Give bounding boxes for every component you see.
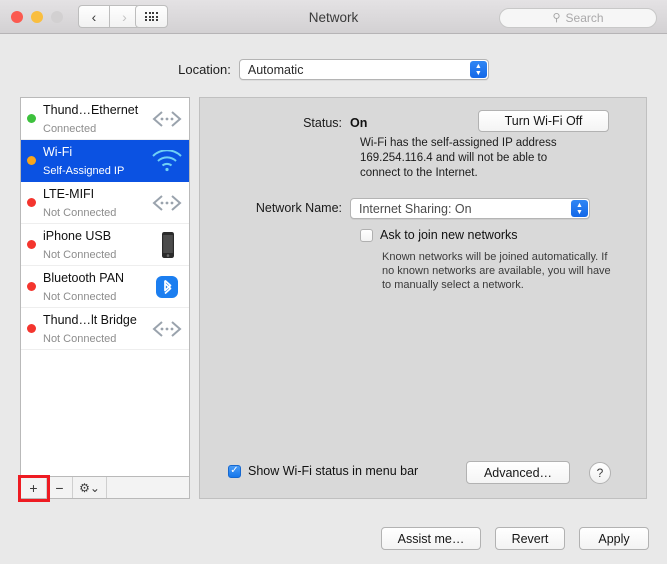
gear-icon[interactable]: ⚙⌄ [73, 477, 107, 498]
service-name: LTE-MIFI [43, 187, 94, 201]
turn-wifi-off-button[interactable]: Turn Wi-Fi Off [478, 110, 609, 132]
status-dot [27, 324, 36, 333]
network-name-select[interactable]: Internet Sharing: On ▲▼ [350, 198, 590, 219]
status-dot [27, 240, 36, 249]
iphone-icon [150, 230, 184, 260]
network-service-list[interactable]: Thund…Ethernet Connected Wi-Fi Self-Assi… [20, 97, 190, 477]
add-service-button[interactable]: + [21, 477, 47, 498]
chevron-updown-icon[interactable]: ▲▼ [571, 200, 588, 217]
list-item[interactable]: Thund…lt Bridge Not Connected [21, 308, 189, 350]
checkbox-box-checked[interactable]: ✓ [228, 465, 241, 478]
bluetooth-icon [150, 272, 184, 302]
status-dot [27, 198, 36, 207]
network-name-value: Internet Sharing: On [351, 202, 498, 216]
show-wifi-status-label: Show Wi-Fi status in menu bar [248, 464, 418, 478]
ask-to-join-checkbox[interactable]: Ask to join new networks [360, 228, 518, 242]
service-status: Not Connected [43, 333, 116, 345]
thunderbolt-icon [150, 314, 184, 344]
location-row: Location: Automatic ▲▼ [0, 59, 667, 80]
service-list-toolbar: + − ⚙⌄ [20, 477, 190, 499]
service-name: Thund…Ethernet [43, 103, 138, 117]
service-status: Self-Assigned IP [43, 165, 124, 177]
service-status: Connected [43, 123, 96, 135]
toolbar-spacer [107, 477, 189, 498]
search-input[interactable]: ⚲ Search [499, 8, 657, 28]
thunderbolt-icon [150, 104, 184, 134]
service-status: Not Connected [43, 291, 116, 303]
search-placeholder: Search [566, 11, 604, 25]
network-preferences-window: ‹ › Network ⚲ Search Location: Automatic… [0, 0, 667, 564]
footer-buttons: Assist me… Revert Apply [381, 527, 649, 550]
status-label: Status: [200, 116, 342, 130]
service-status: Not Connected [43, 207, 116, 219]
service-name: Thund…lt Bridge [43, 313, 137, 327]
apply-button[interactable]: Apply [579, 527, 649, 550]
status-detail-text: Wi-Fi has the self-assigned IP address 1… [360, 136, 590, 181]
search-icon: ⚲ [552, 13, 560, 24]
status-dot [27, 114, 36, 123]
revert-button[interactable]: Revert [495, 527, 565, 550]
status-dot [27, 282, 36, 291]
wifi-detail-panel: Status: On Turn Wi-Fi Off Wi-Fi has the … [199, 97, 647, 499]
chevron-down-icon: ⌄ [90, 481, 100, 495]
status-dot [27, 156, 36, 165]
chevron-updown-icon[interactable]: ▲▼ [470, 61, 487, 78]
show-wifi-status-checkbox[interactable]: ✓ Show Wi-Fi status in menu bar [228, 464, 418, 478]
service-name: Wi-Fi [43, 145, 72, 159]
network-name-row: Network Name: Internet Sharing: On ▲▼ [200, 198, 648, 219]
wifi-icon [150, 146, 184, 176]
service-name: Bluetooth PAN [43, 271, 124, 285]
ask-to-join-label: Ask to join new networks [380, 228, 518, 242]
thunderbolt-icon [150, 188, 184, 218]
list-item[interactable]: LTE-MIFI Not Connected [21, 182, 189, 224]
list-item-selected[interactable]: Wi-Fi Self-Assigned IP [21, 140, 189, 182]
ask-to-join-help-text: Known networks will be joined automatica… [382, 250, 622, 292]
location-select[interactable]: Automatic ▲▼ [239, 59, 489, 80]
service-status: Not Connected [43, 249, 116, 261]
remove-service-button[interactable]: − [47, 477, 73, 498]
list-item[interactable]: Bluetooth PAN Not Connected [21, 266, 189, 308]
status-value: On [350, 116, 367, 130]
help-button[interactable]: ? [589, 462, 611, 484]
window-titlebar: ‹ › Network ⚲ Search [0, 0, 667, 34]
location-value: Automatic [240, 63, 330, 77]
location-label: Location: [178, 62, 231, 77]
service-name: iPhone USB [43, 229, 111, 243]
gear-glyph: ⚙ [79, 481, 90, 495]
list-item[interactable]: iPhone USB Not Connected [21, 224, 189, 266]
list-item[interactable]: Thund…Ethernet Connected [21, 98, 189, 140]
network-name-label: Network Name: [200, 198, 342, 219]
assist-me-button[interactable]: Assist me… [381, 527, 481, 550]
checkbox-box[interactable] [360, 229, 373, 242]
advanced-button[interactable]: Advanced… [466, 461, 570, 484]
